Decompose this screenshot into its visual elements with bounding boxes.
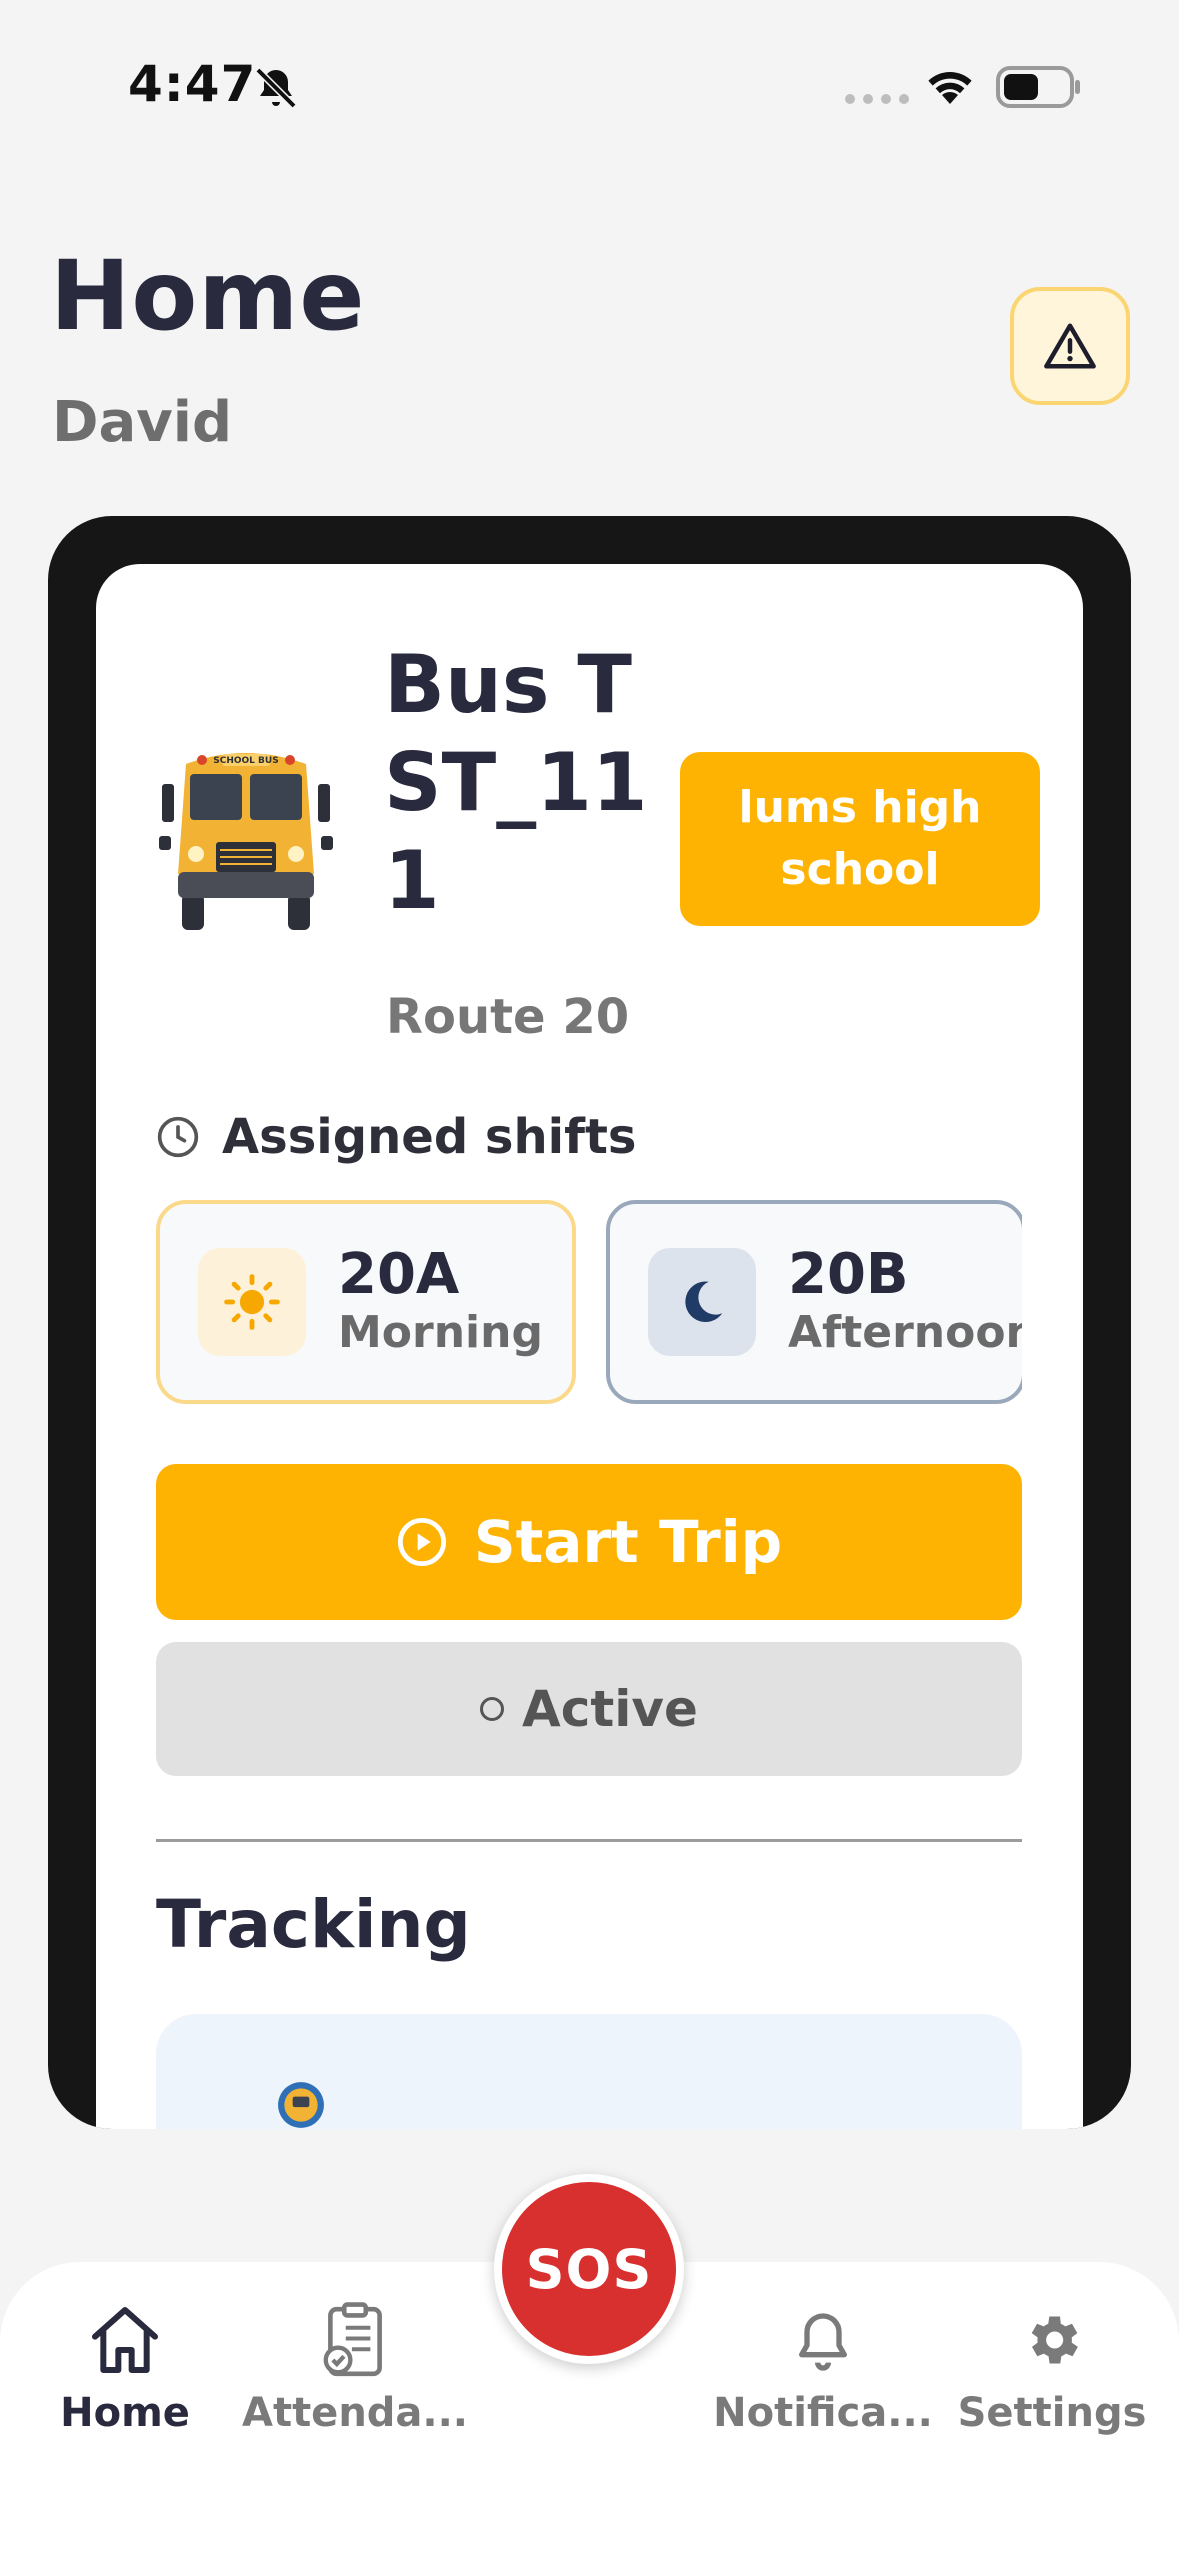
shift-card-morning[interactable]: 20A Morning <box>156 1200 576 1404</box>
divider <box>156 1839 1022 1842</box>
sun-icon <box>224 1274 280 1330</box>
school-badge: lums high school <box>680 752 1040 926</box>
bus-title: Bus TST_111 <box>384 638 648 927</box>
trip-status-label: Active <box>522 1680 698 1738</box>
status-bar: 4:47 <box>0 0 1179 160</box>
clock-icon <box>157 1116 199 1158</box>
home-icon <box>92 2307 158 2373</box>
tracking-title: Tracking <box>156 1886 471 1963</box>
nav-item-attendance[interactable]: Attenda... <box>235 2296 475 2436</box>
warning-icon <box>1044 323 1096 369</box>
shift-icon-afternoon <box>648 1248 756 1356</box>
nav-item-settings[interactable]: Settings <box>932 2296 1172 2436</box>
nav-label: Notifica... <box>713 2390 933 2436</box>
start-trip-label: Start Trip <box>473 1508 783 1576</box>
assigned-shifts-header: Assigned shifts <box>156 1109 637 1165</box>
shifts-list[interactable]: 20A Morning 20B Afternoon <box>156 1200 1022 1404</box>
trip-status-indicator: Active <box>156 1642 1022 1776</box>
nav-item-home[interactable]: Home <box>5 2296 245 2436</box>
shift-code: 20B <box>788 1242 909 1307</box>
route-label: Route 20 <box>386 989 630 1045</box>
status-dot-icon <box>480 1697 505 1721</box>
start-trip-button[interactable]: Start Trip <box>156 1464 1022 1620</box>
gear-icon <box>1031 2316 1078 2364</box>
sos-button[interactable]: SOS <box>494 2174 684 2364</box>
shift-code: 20A <box>338 1242 460 1307</box>
shift-card-afternoon[interactable]: 20B Afternoon <box>606 1200 1022 1404</box>
svg-text:SCHOOL BUS: SCHOOL BUS <box>213 756 278 766</box>
bus-card-frame: SCHOOL BUS Bus TST_111 lums high school … <box>48 516 1131 2129</box>
attendance-icon <box>323 2302 382 2377</box>
bus-marker-icon <box>278 2082 324 2128</box>
shift-name: Afternoon <box>788 1307 1022 1358</box>
tracking-map[interactable] <box>156 2014 1022 2129</box>
nav-label: Attenda... <box>241 2390 468 2436</box>
cellular-signal-icon <box>845 94 909 104</box>
user-name: David <box>52 390 233 455</box>
nav-item-notifications[interactable]: Notifica... <box>703 2296 943 2436</box>
assigned-shifts-label: Assigned shifts <box>222 1109 637 1165</box>
play-circle-icon <box>397 1517 446 1567</box>
nav-label: Settings <box>957 2390 1147 2436</box>
battery-icon <box>996 66 1080 108</box>
bell-icon <box>799 2313 847 2371</box>
shift-icon-morning <box>198 1248 306 1356</box>
bell-off-icon <box>255 67 297 109</box>
moon-icon <box>685 1281 723 1323</box>
wifi-icon <box>928 72 972 104</box>
school-bus-image: SCHOOL BUS <box>159 753 333 930</box>
page-title: Home <box>50 240 366 352</box>
shift-name: Morning <box>338 1307 543 1358</box>
status-time: 4:47 <box>128 55 257 113</box>
bus-card: SCHOOL BUS Bus TST_111 lums high school … <box>96 564 1083 2129</box>
nav-label: Home <box>60 2390 190 2436</box>
alert-button[interactable] <box>1010 287 1130 405</box>
